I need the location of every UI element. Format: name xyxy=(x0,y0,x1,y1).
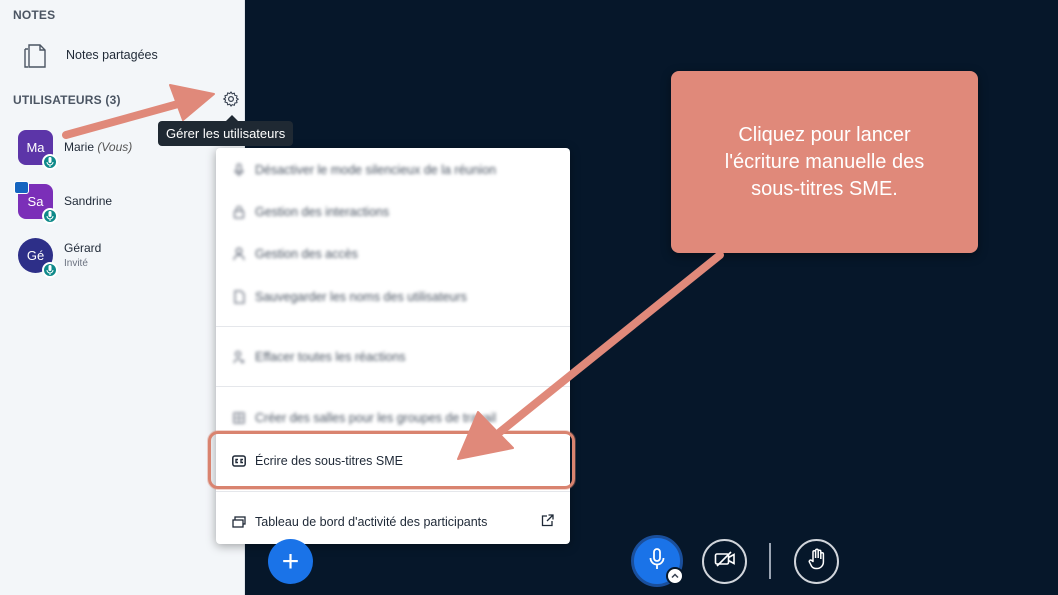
menu-divider xyxy=(216,326,570,327)
menu-item-clear-reactions[interactable]: Effacer toutes les réactions xyxy=(216,342,570,372)
dashboard-icon xyxy=(232,515,246,529)
lock-icon xyxy=(232,205,246,219)
tooltip-text: Gérer les utilisateurs xyxy=(166,126,286,141)
documents-icon xyxy=(22,40,50,70)
users-section-title: UTILISATEURS (3) xyxy=(13,93,121,107)
menu-item-label: Tableau de bord d'activité des participa… xyxy=(255,515,488,529)
sidebar: NOTES Notes partagées UTILISATEURS (3) M… xyxy=(0,0,245,595)
menu-item-label: Gestion des interactions xyxy=(255,205,390,219)
notes-section-title: NOTES xyxy=(13,8,56,22)
controls-divider xyxy=(769,543,771,579)
rooms-icon xyxy=(232,411,246,425)
user-list-item[interactable]: Sa Sandrine xyxy=(14,181,238,224)
camera-off-icon xyxy=(714,550,736,573)
external-link-icon xyxy=(541,514,554,530)
microphone-icon xyxy=(648,547,666,575)
user-name: Sandrine xyxy=(64,194,113,208)
mic-icon xyxy=(232,163,246,177)
shared-notes-item[interactable]: Notes partagées xyxy=(18,38,228,72)
camera-button[interactable] xyxy=(702,539,747,584)
callout-text: Cliquez pour lancer l'écriture manuelle … xyxy=(724,123,925,200)
menu-item-breakout-rooms[interactable]: Créer des salles pour les groupes de tra… xyxy=(216,403,570,433)
menu-item-unmute-meeting[interactable]: Désactiver le mode silencieux de la réun… xyxy=(216,155,570,185)
gear-icon[interactable] xyxy=(222,90,240,108)
menu-divider xyxy=(216,491,570,492)
raise-hand-button[interactable] xyxy=(794,539,839,584)
menu-item-label: Créer des salles pour les groupes de tra… xyxy=(255,411,497,425)
user-icon xyxy=(232,247,246,261)
microphone-icon xyxy=(42,154,58,170)
menu-item-access[interactable]: Gestion des accès xyxy=(216,239,570,269)
user-name: Marie (Vous) xyxy=(64,140,133,154)
menu-item-label: Désactiver le mode silencieux de la réun… xyxy=(255,163,497,177)
presenter-icon xyxy=(14,181,29,194)
menu-item-save-names[interactable]: Sauvegarder les noms des utilisateurs xyxy=(216,282,570,312)
menu-item-label: Effacer toutes les réactions xyxy=(255,350,406,364)
user-role: Invité xyxy=(64,258,88,269)
user-list-item[interactable]: Gé Gérard Invité xyxy=(18,238,238,278)
user-name: Gérard xyxy=(64,241,102,255)
file-icon xyxy=(232,290,246,304)
menu-item-interactions[interactable]: Gestion des interactions xyxy=(216,197,570,227)
highlight-frame xyxy=(208,431,575,489)
user-clear-icon xyxy=(232,350,246,364)
microphone-icon xyxy=(42,208,58,224)
plus-icon: + xyxy=(281,544,300,578)
menu-divider xyxy=(216,386,570,387)
microphone-icon xyxy=(42,262,58,278)
menu-item-activity-dashboard[interactable]: Tableau de bord d'activité des participa… xyxy=(216,507,570,537)
menu-item-label: Sauvegarder les noms des utilisateurs xyxy=(255,290,467,304)
instruction-callout: Cliquez pour lancer l'écriture manuelle … xyxy=(671,71,978,253)
raise-hand-icon xyxy=(808,548,826,575)
actions-plus-button[interactable]: + xyxy=(268,539,313,584)
manage-users-tooltip: Gérer les utilisateurs xyxy=(158,115,294,146)
shared-notes-label: Notes partagées xyxy=(66,48,158,62)
audio-options-caret[interactable] xyxy=(666,567,684,585)
menu-item-label: Gestion des accès xyxy=(255,247,358,261)
